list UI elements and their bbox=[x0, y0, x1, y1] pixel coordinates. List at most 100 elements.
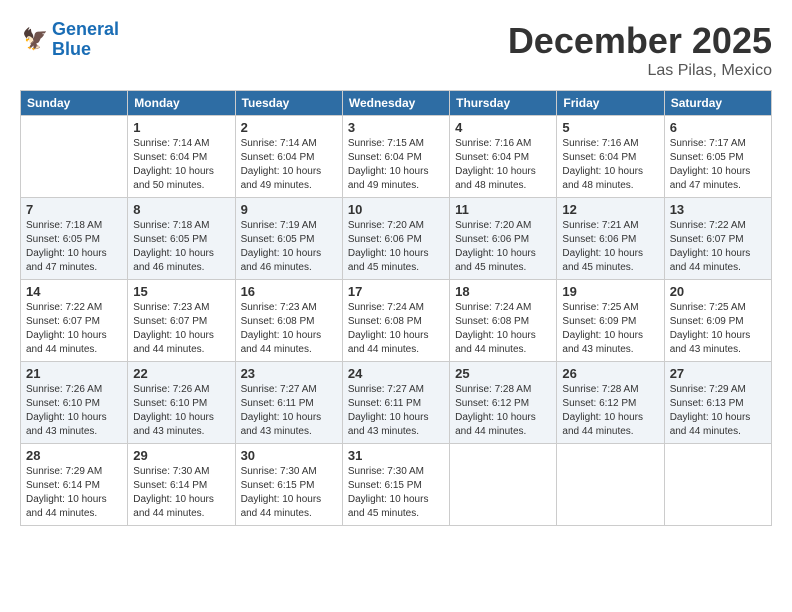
day-number: 8 bbox=[133, 202, 229, 217]
day-info: Sunrise: 7:24 AMSunset: 6:08 PMDaylight:… bbox=[455, 301, 551, 357]
calendar-cell: 29 Sunrise: 7:30 AMSunset: 6:14 PMDayligh… bbox=[128, 444, 235, 526]
calendar-cell: 22Sunrise: 7:26 AMSunset: 6:10 PMDayligh… bbox=[128, 362, 235, 444]
calendar-cell: 16Sunrise: 7:23 AMSunset: 6:08 PMDayligh… bbox=[235, 280, 342, 362]
day-info: Sunrise: 7:15 AMSunset: 6:04 PMDaylight:… bbox=[348, 137, 444, 193]
calendar-cell: 18 Sunrise: 7:24 AMSunset: 6:08 PMDayligh… bbox=[450, 280, 557, 362]
calendar-cell: 1 Sunrise: 7:14 AMSunset: 6:04 PMDaylight… bbox=[128, 116, 235, 198]
day-number: 6 bbox=[670, 120, 766, 135]
day-number: 29 bbox=[133, 448, 229, 463]
day-number: 18 bbox=[455, 284, 551, 299]
calendar-cell: 25 Sunrise: 7:28 AMSunset: 6:12 PMDayligh… bbox=[450, 362, 557, 444]
day-number: 25 bbox=[455, 366, 551, 381]
day-info: Sunrise: 7:27 AMSunset: 6:11 PMDaylight:… bbox=[241, 383, 337, 439]
day-info: Sunrise: 7:30 AMSunset: 6:14 PMDaylight:… bbox=[133, 465, 229, 521]
day-number: 3 bbox=[348, 120, 444, 135]
day-info: Sunrise: 7:25 AMSunset: 6:09 PMDaylight:… bbox=[670, 301, 766, 357]
day-number: 13 bbox=[670, 202, 766, 217]
day-number: 26 bbox=[562, 366, 658, 381]
day-number: 24 bbox=[348, 366, 444, 381]
calendar-cell: 15 Sunrise: 7:23 AMSunset: 6:07 PMDayligh… bbox=[128, 280, 235, 362]
day-info: Sunrise: 7:24 AMSunset: 6:08 PMDaylight:… bbox=[348, 301, 444, 357]
day-number: 23 bbox=[241, 366, 337, 381]
col-header-tuesday: Tuesday bbox=[235, 91, 342, 116]
day-number: 30 bbox=[241, 448, 337, 463]
calendar-cell: 5Sunrise: 7:16 AMSunset: 6:04 PMDaylight… bbox=[557, 116, 664, 198]
day-info: Sunrise: 7:25 AMSunset: 6:09 PMDaylight:… bbox=[562, 301, 658, 357]
logo-icon: 🦅 bbox=[22, 25, 52, 55]
day-number: 28 bbox=[26, 448, 122, 463]
calendar-cell: 11 Sunrise: 7:20 AMSunset: 6:06 PMDayligh… bbox=[450, 198, 557, 280]
calendar-cell: 28 Sunrise: 7:29 AMSunset: 6:14 PMDayligh… bbox=[21, 444, 128, 526]
month-title: December 2025 bbox=[508, 20, 772, 62]
calendar-cell: 14Sunrise: 7:22 AMSunset: 6:07 PMDayligh… bbox=[21, 280, 128, 362]
calendar-week-row: 1 Sunrise: 7:14 AMSunset: 6:04 PMDaylight… bbox=[21, 116, 772, 198]
calendar-cell: 27Sunrise: 7:29 AMSunset: 6:13 PMDayligh… bbox=[664, 362, 771, 444]
day-info: Sunrise: 7:30 AMSunset: 6:15 PMDaylight:… bbox=[348, 465, 444, 521]
calendar-cell: 2 Sunrise: 7:14 AMSunset: 6:04 PMDaylight… bbox=[235, 116, 342, 198]
calendar-cell: 13Sunrise: 7:22 AMSunset: 6:07 PMDayligh… bbox=[664, 198, 771, 280]
day-info: Sunrise: 7:19 AMSunset: 6:05 PMDaylight:… bbox=[241, 219, 337, 275]
day-info: Sunrise: 7:28 AMSunset: 6:12 PMDaylight:… bbox=[455, 383, 551, 439]
day-info: Sunrise: 7:28 AMSunset: 6:12 PMDaylight:… bbox=[562, 383, 658, 439]
day-info: Sunrise: 7:18 AMSunset: 6:05 PMDaylight:… bbox=[133, 219, 229, 275]
day-number: 19 bbox=[562, 284, 658, 299]
day-info: Sunrise: 7:20 AMSunset: 6:06 PMDaylight:… bbox=[455, 219, 551, 275]
day-info: Sunrise: 7:20 AMSunset: 6:06 PMDaylight:… bbox=[348, 219, 444, 275]
day-number: 5 bbox=[562, 120, 658, 135]
day-info: Sunrise: 7:30 AMSunset: 6:15 PMDaylight:… bbox=[241, 465, 337, 521]
calendar-week-row: 14Sunrise: 7:22 AMSunset: 6:07 PMDayligh… bbox=[21, 280, 772, 362]
day-number: 11 bbox=[455, 202, 551, 217]
page-header: 🦅 General Blue December 2025 Las Pilas, … bbox=[20, 20, 772, 80]
day-number: 4 bbox=[455, 120, 551, 135]
day-info: Sunrise: 7:18 AMSunset: 6:05 PMDaylight:… bbox=[26, 219, 122, 275]
title-block: December 2025 Las Pilas, Mexico bbox=[508, 20, 772, 80]
day-number: 9 bbox=[241, 202, 337, 217]
col-header-friday: Friday bbox=[557, 91, 664, 116]
calendar-cell: 31 Sunrise: 7:30 AMSunset: 6:15 PMDayligh… bbox=[342, 444, 449, 526]
day-number: 27 bbox=[670, 366, 766, 381]
day-info: Sunrise: 7:16 AMSunset: 6:04 PMDaylight:… bbox=[455, 137, 551, 193]
logo-text-line1: General bbox=[52, 20, 119, 40]
location-subtitle: Las Pilas, Mexico bbox=[508, 62, 772, 80]
calendar-cell bbox=[450, 444, 557, 526]
logo-text-line2: Blue bbox=[52, 40, 119, 60]
calendar-cell: 4 Sunrise: 7:16 AMSunset: 6:04 PMDaylight… bbox=[450, 116, 557, 198]
day-info: Sunrise: 7:14 AMSunset: 6:04 PMDaylight:… bbox=[241, 137, 337, 193]
day-number: 20 bbox=[670, 284, 766, 299]
day-info: Sunrise: 7:26 AMSunset: 6:10 PMDaylight:… bbox=[26, 383, 122, 439]
calendar-header-row: SundayMondayTuesdayWednesdayThursdayFrid… bbox=[21, 91, 772, 116]
day-number: 16 bbox=[241, 284, 337, 299]
calendar-cell: 21 Sunrise: 7:26 AMSunset: 6:10 PMDayligh… bbox=[21, 362, 128, 444]
calendar-cell: 30 Sunrise: 7:30 AMSunset: 6:15 PMDayligh… bbox=[235, 444, 342, 526]
calendar-cell bbox=[664, 444, 771, 526]
col-header-monday: Monday bbox=[128, 91, 235, 116]
day-number: 7 bbox=[26, 202, 122, 217]
day-info: Sunrise: 7:14 AMSunset: 6:04 PMDaylight:… bbox=[133, 137, 229, 193]
day-number: 15 bbox=[133, 284, 229, 299]
day-info: Sunrise: 7:23 AMSunset: 6:07 PMDaylight:… bbox=[133, 301, 229, 357]
col-header-thursday: Thursday bbox=[450, 91, 557, 116]
day-number: 1 bbox=[133, 120, 229, 135]
logo: 🦅 General Blue bbox=[20, 20, 119, 60]
calendar-cell: 10 Sunrise: 7:20 AMSunset: 6:06 PMDayligh… bbox=[342, 198, 449, 280]
calendar-cell: 17Sunrise: 7:24 AMSunset: 6:08 PMDayligh… bbox=[342, 280, 449, 362]
day-info: Sunrise: 7:17 AMSunset: 6:05 PMDaylight:… bbox=[670, 137, 766, 193]
day-info: Sunrise: 7:26 AMSunset: 6:10 PMDaylight:… bbox=[133, 383, 229, 439]
day-info: Sunrise: 7:22 AMSunset: 6:07 PMDaylight:… bbox=[26, 301, 122, 357]
calendar-cell: 3 Sunrise: 7:15 AMSunset: 6:04 PMDaylight… bbox=[342, 116, 449, 198]
day-info: Sunrise: 7:27 AMSunset: 6:11 PMDaylight:… bbox=[348, 383, 444, 439]
calendar-cell: 20 Sunrise: 7:25 AMSunset: 6:09 PMDayligh… bbox=[664, 280, 771, 362]
day-number: 31 bbox=[348, 448, 444, 463]
day-number: 21 bbox=[26, 366, 122, 381]
day-number: 2 bbox=[241, 120, 337, 135]
day-info: Sunrise: 7:29 AMSunset: 6:14 PMDaylight:… bbox=[26, 465, 122, 521]
calendar-week-row: 21 Sunrise: 7:26 AMSunset: 6:10 PMDayligh… bbox=[21, 362, 772, 444]
day-number: 10 bbox=[348, 202, 444, 217]
calendar-cell: 19 Sunrise: 7:25 AMSunset: 6:09 PMDayligh… bbox=[557, 280, 664, 362]
calendar-week-row: 7 Sunrise: 7:18 AMSunset: 6:05 PMDaylight… bbox=[21, 198, 772, 280]
calendar-table: SundayMondayTuesdayWednesdayThursdayFrid… bbox=[20, 90, 772, 526]
calendar-cell: 23 Sunrise: 7:27 AMSunset: 6:11 PMDayligh… bbox=[235, 362, 342, 444]
col-header-saturday: Saturday bbox=[664, 91, 771, 116]
svg-text:🦅: 🦅 bbox=[22, 26, 48, 51]
calendar-cell: 26 Sunrise: 7:28 AMSunset: 6:12 PMDayligh… bbox=[557, 362, 664, 444]
